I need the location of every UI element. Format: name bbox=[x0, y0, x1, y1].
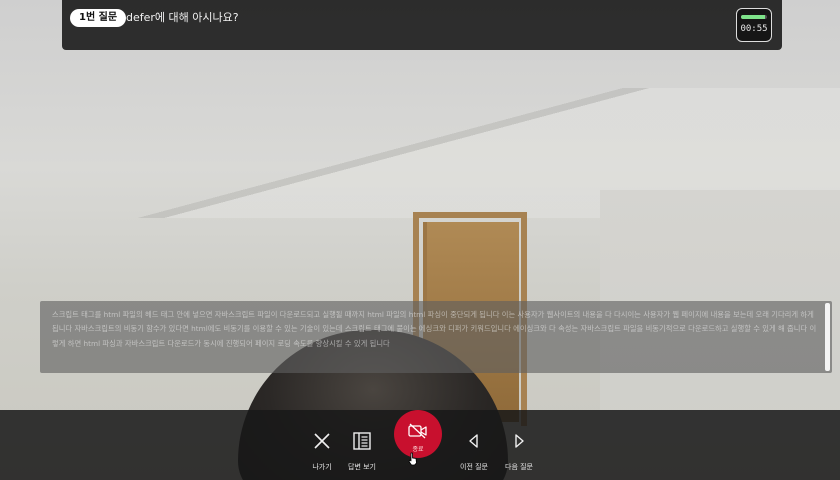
chevron-right-icon bbox=[515, 434, 524, 448]
video-off-icon bbox=[408, 423, 427, 439]
question-text: defer에 대해 아시나요? bbox=[126, 11, 239, 24]
next-question-label: 다음 질문 bbox=[505, 463, 533, 471]
timer: 00:55 bbox=[736, 8, 772, 42]
document-icon bbox=[353, 432, 371, 450]
timer-text: 00:55 bbox=[740, 24, 768, 34]
interview-screen: 1번 질문 defer에 대해 아시나요? 00:55 스크립트 태그를 htm… bbox=[0, 0, 840, 480]
view-answer-label: 답변 보기 bbox=[348, 463, 376, 471]
transcript-scrollbar[interactable] bbox=[825, 303, 830, 371]
answer-transcript: 스크립트 태그를 html 파일의 헤드 태그 안에 넣으면 자바스크립트 파일… bbox=[40, 301, 832, 373]
timer-progress-bar bbox=[741, 15, 767, 19]
chevron-left-icon bbox=[469, 434, 478, 448]
answer-text: 스크립트 태그를 html 파일의 헤드 태그 안에 넣으면 자바스크립트 파일… bbox=[52, 310, 817, 348]
timer-progress-fill bbox=[741, 15, 765, 19]
hand-cursor-icon bbox=[408, 452, 417, 466]
record-toggle-button[interactable]: 종료 bbox=[394, 410, 442, 458]
next-question-button[interactable]: 다음 질문 bbox=[484, 410, 554, 480]
camera-feed bbox=[0, 0, 840, 480]
question-number-badge: 1번 질문 bbox=[70, 9, 127, 27]
question-bar: 1번 질문 defer에 대해 아시나요? 00:55 bbox=[62, 0, 782, 50]
record-label: 종료 bbox=[412, 446, 424, 453]
view-answer-button[interactable]: 답변 보기 bbox=[327, 410, 397, 480]
